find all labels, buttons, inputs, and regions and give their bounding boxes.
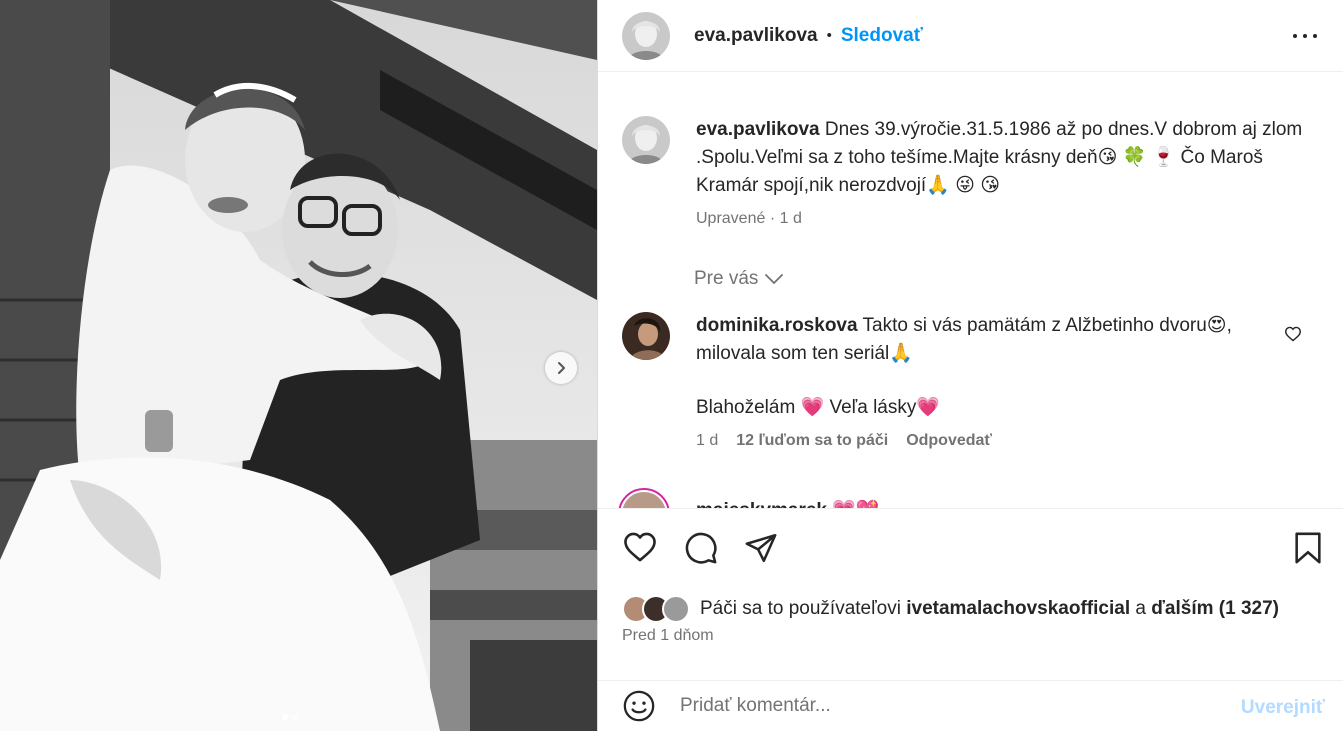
comment-sort-dropdown[interactable]: Pre vás [694, 268, 784, 290]
like-comment-button[interactable] [1284, 326, 1302, 347]
post-image [0, 0, 597, 731]
liker-avatar [662, 595, 690, 623]
post-caption: eva.pavlikova Dnes 39.výročie.31.5.1986 … [622, 116, 1312, 228]
likes-prefix: Páči sa to používateľovi [700, 598, 901, 619]
more-options-icon[interactable] [1293, 26, 1317, 46]
post-timestamp[interactable]: Pred 1 dňom [622, 627, 714, 645]
chevron-right-icon [558, 362, 565, 374]
caption-username[interactable]: eva.pavlikova [696, 119, 820, 140]
comment-likes-link[interactable]: 12 ľuďom sa to páči [736, 432, 888, 450]
author-avatar[interactable] [622, 11, 670, 60]
share-paper-plane-icon[interactable] [744, 531, 778, 565]
like-heart-icon[interactable] [622, 531, 658, 563]
follow-button[interactable]: Sledovať [841, 25, 923, 47]
post-photo[interactable] [0, 0, 597, 731]
separator-dot: • [826, 27, 832, 44]
author-username[interactable]: eva.pavlikova [694, 25, 818, 47]
post-actions: Páči sa to používateľovi ivetamalachovsk… [598, 508, 1343, 688]
avatar-image [622, 116, 670, 164]
carousel-next-button[interactable] [545, 352, 577, 384]
caption-meta: Upravené · 1 d [696, 210, 1306, 228]
meta-dot: · [769, 210, 776, 227]
chevron-down-icon [765, 274, 784, 284]
carousel-indicator [282, 714, 298, 720]
caption-avatar[interactable] [622, 116, 670, 164]
comment-time[interactable]: 1 d [696, 432, 718, 450]
comment-item: majeskymarek 💗💖 [618, 488, 880, 508]
commenter-username[interactable]: majeskymarek 💗💖 [696, 498, 880, 508]
likes-text: Páči sa to používateľovi ivetamalachovsk… [700, 598, 1279, 620]
avatar-image [622, 11, 670, 60]
publish-button[interactable]: Uverejniť [1241, 697, 1325, 719]
comment-composer: Uverejniť [598, 680, 1343, 731]
reply-button[interactable]: Odpovedať [906, 432, 992, 450]
likes-summary: Páči sa to používateľovi ivetamalachovsk… [622, 595, 1279, 623]
post-details: eva.pavlikova • Sledovať eva.pavlikova D… [598, 0, 1343, 731]
liker-username[interactable]: ivetamalachovskaofficial [906, 598, 1130, 619]
commenter-username[interactable]: dominika.roskova [696, 315, 858, 336]
likes-and: a [1135, 598, 1146, 619]
comment-item: dominika.roskova Takto si vás pamätám z … [622, 312, 1322, 450]
heart-outline-icon [1284, 326, 1302, 342]
carousel-dot [292, 714, 298, 720]
caption-text: eva.pavlikova Dnes 39.výročie.31.5.1986 … [696, 116, 1306, 200]
edited-label: Upravené [696, 210, 766, 227]
liker-avatars[interactable] [622, 595, 690, 623]
emoji-icon[interactable] [622, 689, 656, 723]
commenter-avatar[interactable] [618, 488, 670, 508]
avatar-image [622, 312, 670, 360]
comments-list[interactable]: eva.pavlikova Dnes 39.výročie.31.5.1986 … [598, 72, 1343, 508]
comment-input[interactable] [680, 695, 1200, 717]
post-header: eva.pavlikova • Sledovať [598, 0, 1343, 72]
comment-bubble-icon[interactable] [684, 531, 718, 565]
caption-time[interactable]: 1 d [780, 210, 802, 227]
bookmark-icon[interactable] [1293, 531, 1323, 565]
likes-others-link[interactable]: ďalším (1 327) [1151, 598, 1279, 619]
comment-text-continued: Blahoželám 💗 Veľa lásky💗 [696, 397, 941, 418]
comment-actions: 1 d 12 ľuďom sa to páči Odpovedať [696, 432, 1281, 450]
comment-body: dominika.roskova Takto si vás pamätám z … [696, 312, 1281, 368]
commenter-avatar[interactable] [622, 312, 670, 360]
sort-label: Pre vás [694, 268, 759, 289]
carousel-dot [282, 714, 288, 720]
